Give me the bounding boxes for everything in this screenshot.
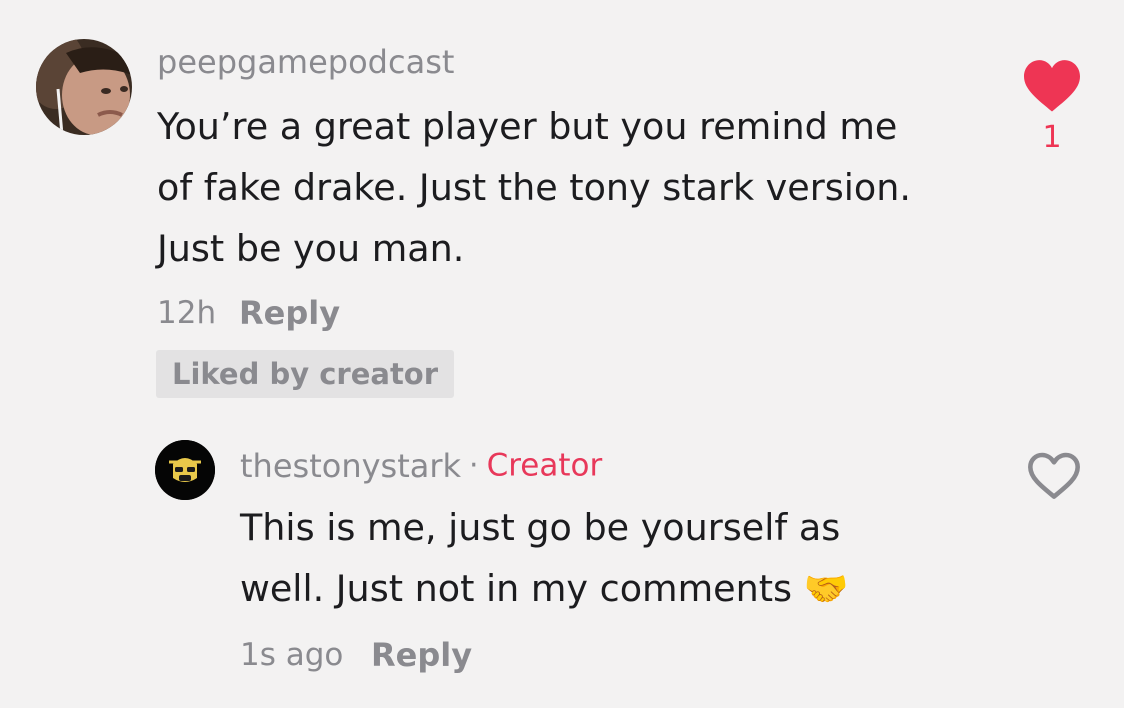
comment-text-line: You’re a great player but you remind me — [157, 105, 898, 148]
reply-text-line-content: well. Just not in my comments — [240, 567, 793, 610]
liked-by-creator-badge: Liked by creator — [156, 350, 455, 398]
comment-text: You’re a great player but you remind me … — [157, 96, 997, 279]
reply-text-line: This is me, just go be yourself as — [240, 506, 841, 549]
avatar-peepgamepodcast[interactable] — [36, 39, 132, 135]
reply-text: This is me, just go be yourself as well.… — [240, 497, 1060, 620]
like-count: 1 — [1042, 120, 1062, 155]
reply-timestamp: 1s ago — [240, 637, 344, 673]
avatar-photo — [36, 39, 132, 135]
comment-username[interactable]: peepgamepodcast — [157, 46, 454, 78]
handshake-icon: 🤝 — [803, 569, 849, 610]
comment-text-line: Just be you man. — [157, 227, 465, 270]
reply-button[interactable]: Reply — [239, 297, 340, 329]
comment-timestamp: 12h — [157, 295, 217, 331]
reply-header: thestonystark · Creator — [240, 450, 602, 482]
reply-text-line-2: well. Just not in my comments 🤝 — [240, 558, 1060, 620]
like-button-heart-outline — [1028, 452, 1080, 499]
comment-text-line: of fake drake. Just the tony stark versi… — [157, 166, 911, 209]
heart-outline-icon[interactable] — [1027, 452, 1081, 500]
creator-badge: Creator — [486, 447, 603, 484]
skull-mask-icon — [155, 440, 215, 500]
avatar-thestonystark[interactable] — [155, 440, 215, 500]
reply-username[interactable]: thestonystark — [240, 447, 461, 485]
separator-dot: · — [469, 448, 479, 483]
heart-filled-icon[interactable] — [1024, 60, 1080, 114]
like-button-heart — [1024, 60, 1080, 112]
reply-button[interactable]: Reply — [371, 639, 472, 671]
